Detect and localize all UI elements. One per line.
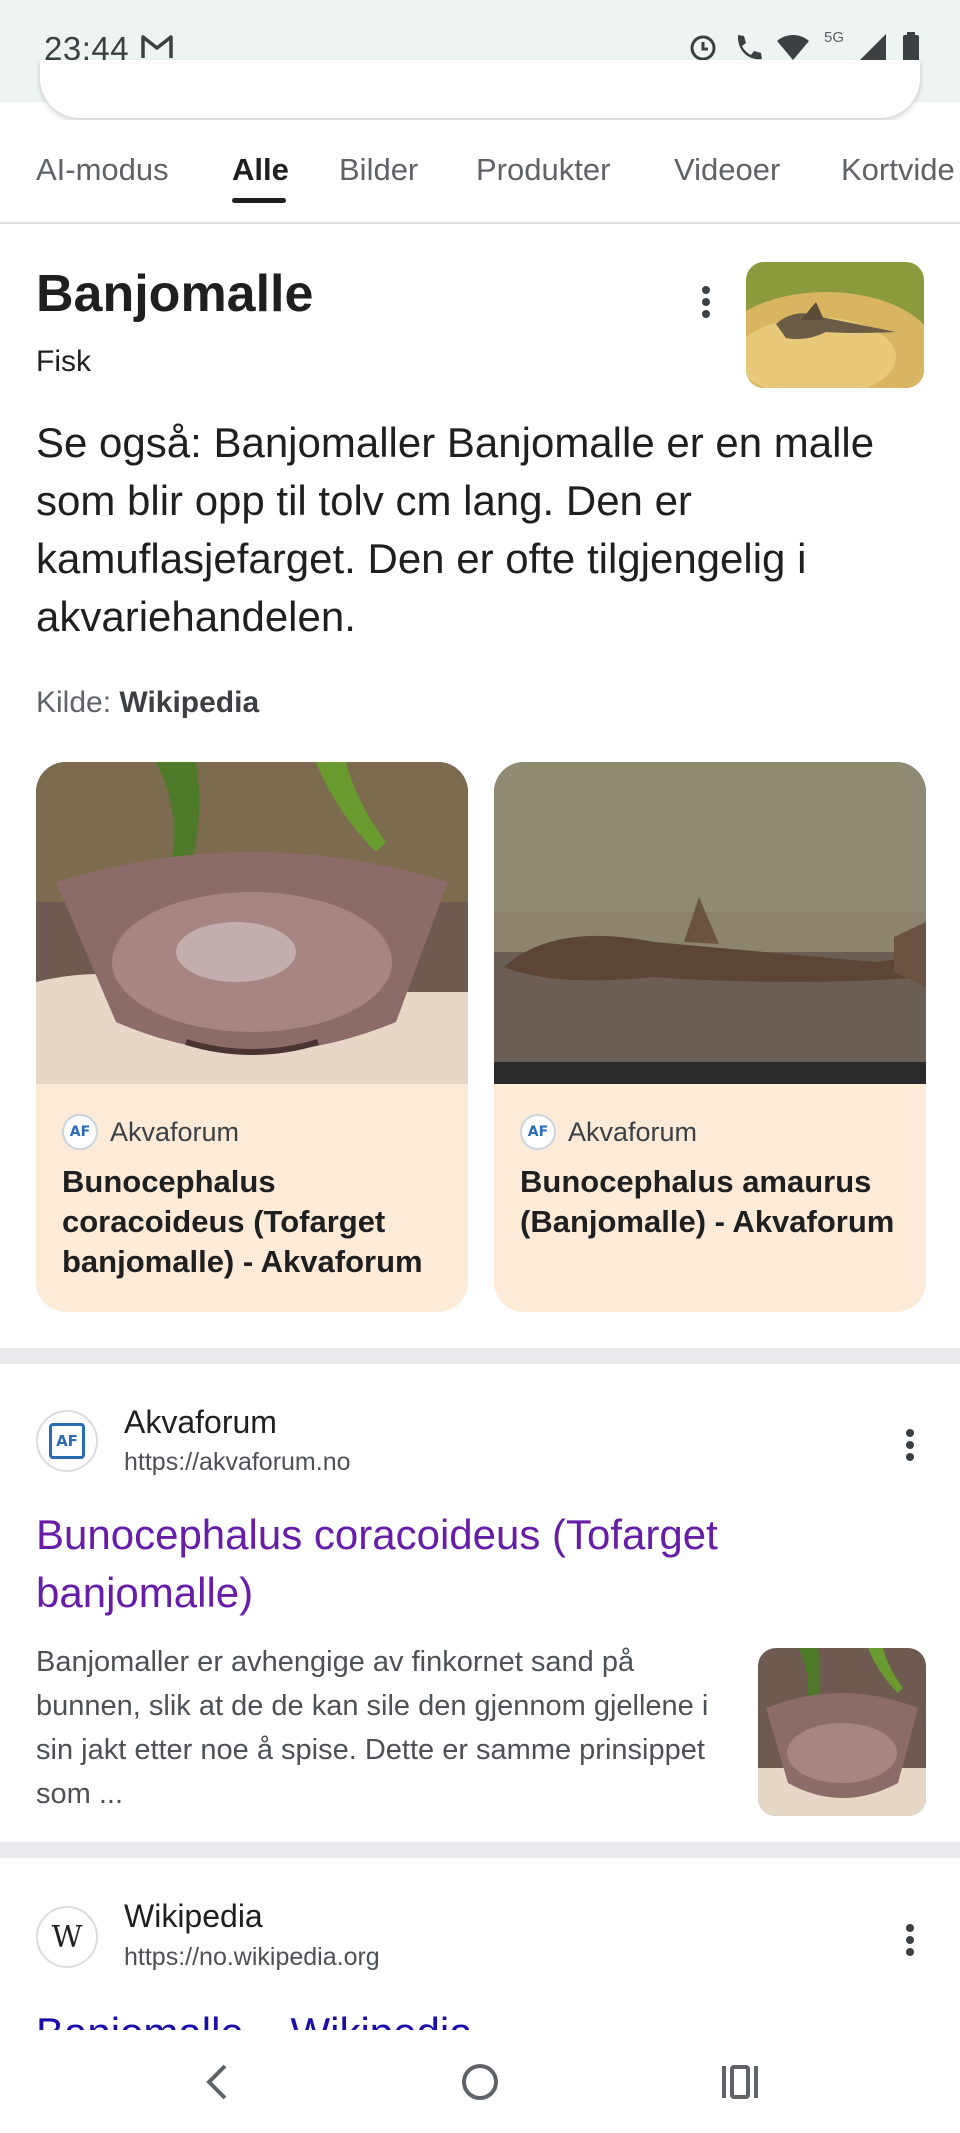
kp-source: Kilde: Wikipedia [36,686,259,720]
favicon-text: AF [49,1423,85,1459]
kp-source-label: Kilde: [36,686,112,719]
card-site-name: Akvaforum [110,1116,240,1147]
result-title-text: Banjomalle – Wikipedia [36,2009,473,2030]
result-url[interactable]: https://no.wikipedia.org [124,1943,380,1972]
result-site-name[interactable]: Akvaforum [124,1404,277,1441]
kp-title: Banjomalle [36,265,314,323]
kp-thumbnail-image[interactable] [746,262,924,388]
card-image [36,762,468,1084]
card-title: Bunocephalus coracoideus (Tofarget banjo… [62,1164,423,1279]
tab-ai-mode[interactable]: AI-modus [36,152,169,188]
network-type: 5G [823,28,844,46]
card-source: AF Akvaforum [62,1114,239,1150]
status-icons: 5G [688,28,920,62]
tab-short-videos[interactable]: Kortvide [841,152,955,188]
akvaforum-favicon-icon: AF [520,1114,556,1150]
signal-icon [860,34,886,60]
akvaforum-favicon-icon: AF [36,1410,98,1472]
result-url[interactable]: https://akvaforum.no [124,1448,351,1477]
section-divider [0,1842,960,1858]
active-tab-indicator [232,198,286,203]
back-icon[interactable] [188,2052,248,2112]
result-snippet: Banjomaller er avhengige av finkornet sa… [36,1646,709,1810]
tab-all[interactable]: Alle [232,152,289,188]
image-card[interactable]: AF Akvaforum Bunocephalus coracoideus (T… [36,762,468,1312]
call-icon [737,35,762,60]
battery-icon [903,32,919,62]
card-site-name: Akvaforum [568,1116,698,1147]
card-title: Bunocephalus amaurus (Banjomalle) - Akva… [520,1164,895,1239]
tab-videos[interactable]: Videoer [674,152,780,188]
card-image [494,762,926,1084]
result-title-link[interactable]: Bunocephalus coracoideus (Tofarget banjo… [36,1506,916,1622]
tab-products[interactable]: Produkter [476,152,610,188]
more-options-icon[interactable] [692,282,720,322]
kp-source-link[interactable]: Wikipedia [119,686,259,719]
recent-apps-icon[interactable] [710,2052,770,2112]
wikipedia-favicon-icon: W [36,1906,98,1968]
section-divider [0,1348,960,1364]
akvaforum-favicon-icon: AF [62,1114,98,1150]
wifi-icon [776,35,809,60]
alarm-icon [690,35,716,61]
card-source: AF Akvaforum [520,1114,697,1150]
favicon-text: W [51,1919,83,1955]
result-title-link[interactable]: Banjomalle – Wikipedia [36,2004,636,2030]
more-options-icon[interactable] [896,1425,924,1465]
search-tabs: AI-modus Alle Bilder Produkter Videoer K… [0,120,960,224]
tab-images[interactable]: Bilder [339,152,418,188]
kp-description: Se også: Banjomaller Banjomalle er en ma… [36,419,875,640]
result-thumbnail-image[interactable] [758,1648,926,1816]
home-icon[interactable] [450,2052,510,2112]
search-box[interactable] [40,60,920,118]
image-card[interactable]: AF Akvaforum Bunocephalus amaurus (Banjo… [494,762,926,1312]
more-options-icon[interactable] [896,1920,924,1960]
result-site-name[interactable]: Wikipedia [124,1898,263,1935]
navigation-bar [0,2030,960,2133]
kp-subtitle: Fisk [36,345,91,378]
